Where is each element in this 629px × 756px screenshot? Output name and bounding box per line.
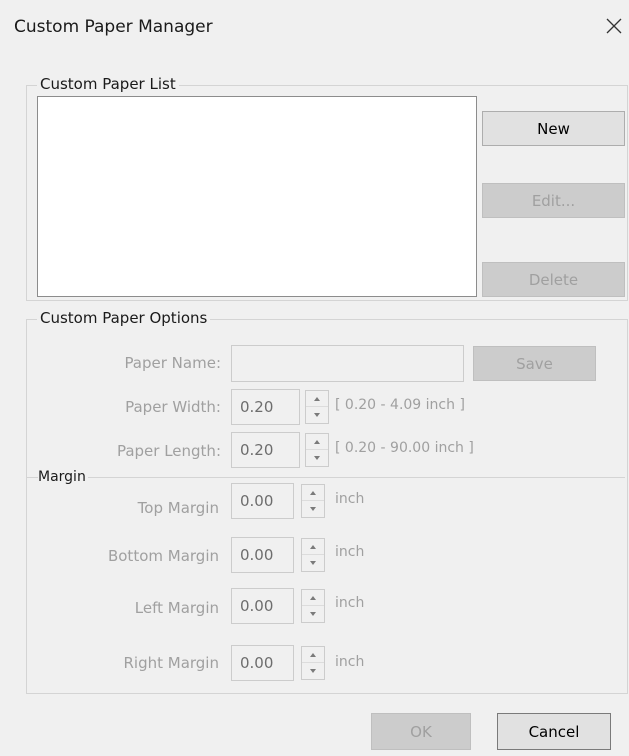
paper-length-label: Paper Length:: [116, 442, 221, 460]
custom-paper-options-label: Custom Paper Options: [37, 309, 211, 327]
paper-name-input[interactable]: [231, 345, 464, 382]
left-margin-label: Left Margin: [134, 599, 219, 617]
save-button[interactable]: Save: [473, 346, 596, 381]
stepper-down-icon[interactable]: [302, 555, 324, 571]
stepper-up-icon[interactable]: [302, 539, 324, 555]
edit-button[interactable]: Edit...: [482, 183, 625, 218]
bottom-margin-label: Bottom Margin: [107, 547, 219, 565]
custom-paper-listbox[interactable]: [37, 96, 477, 297]
stepper-up-icon[interactable]: [306, 391, 328, 407]
left-margin-stepper[interactable]: [301, 589, 325, 623]
delete-button[interactable]: Delete: [482, 262, 625, 297]
right-margin-input[interactable]: 0.00: [231, 645, 294, 681]
paper-width-stepper[interactable]: [305, 390, 329, 424]
stepper-down-icon[interactable]: [306, 450, 328, 466]
paper-length-input[interactable]: 0.20: [231, 432, 300, 468]
right-margin-unit: inch: [335, 654, 365, 670]
paper-width-input[interactable]: 0.20: [231, 389, 300, 425]
right-margin-label: Right Margin: [123, 654, 219, 672]
paper-width-range: [ 0.20 - 4.09 inch ]: [335, 397, 465, 413]
top-margin-stepper[interactable]: [301, 484, 325, 518]
margin-divider: [27, 477, 625, 478]
stepper-down-icon[interactable]: [302, 501, 324, 517]
close-icon[interactable]: [604, 16, 624, 36]
stepper-up-icon[interactable]: [306, 434, 328, 450]
stepper-down-icon[interactable]: [302, 606, 324, 622]
left-margin-unit: inch: [335, 595, 365, 611]
stepper-up-icon[interactable]: [302, 590, 324, 606]
margin-label: Margin: [38, 469, 88, 485]
top-margin-unit: inch: [335, 491, 365, 507]
custom-paper-list-label: Custom Paper List: [37, 75, 179, 93]
stepper-down-icon[interactable]: [306, 407, 328, 423]
stepper-up-icon[interactable]: [302, 647, 324, 663]
bottom-margin-input[interactable]: 0.00: [231, 537, 294, 573]
left-margin-input[interactable]: 0.00: [231, 588, 294, 624]
dialog-title: Custom Paper Manager: [14, 17, 213, 37]
paper-width-label: Paper Width:: [125, 398, 221, 416]
top-margin-input[interactable]: 0.00: [231, 483, 294, 519]
right-margin-stepper[interactable]: [301, 646, 325, 680]
bottom-margin-stepper[interactable]: [301, 538, 325, 572]
bottom-margin-unit: inch: [335, 544, 365, 560]
stepper-down-icon[interactable]: [302, 663, 324, 679]
paper-name-label: Paper Name:: [124, 354, 221, 372]
new-button[interactable]: New: [482, 111, 625, 146]
stepper-up-icon[interactable]: [302, 485, 324, 501]
ok-button[interactable]: OK: [371, 713, 471, 750]
paper-length-stepper[interactable]: [305, 433, 329, 467]
paper-length-range: [ 0.20 - 90.00 inch ]: [335, 440, 474, 456]
cancel-button[interactable]: Cancel: [497, 713, 611, 750]
top-margin-label: Top Margin: [137, 499, 219, 517]
